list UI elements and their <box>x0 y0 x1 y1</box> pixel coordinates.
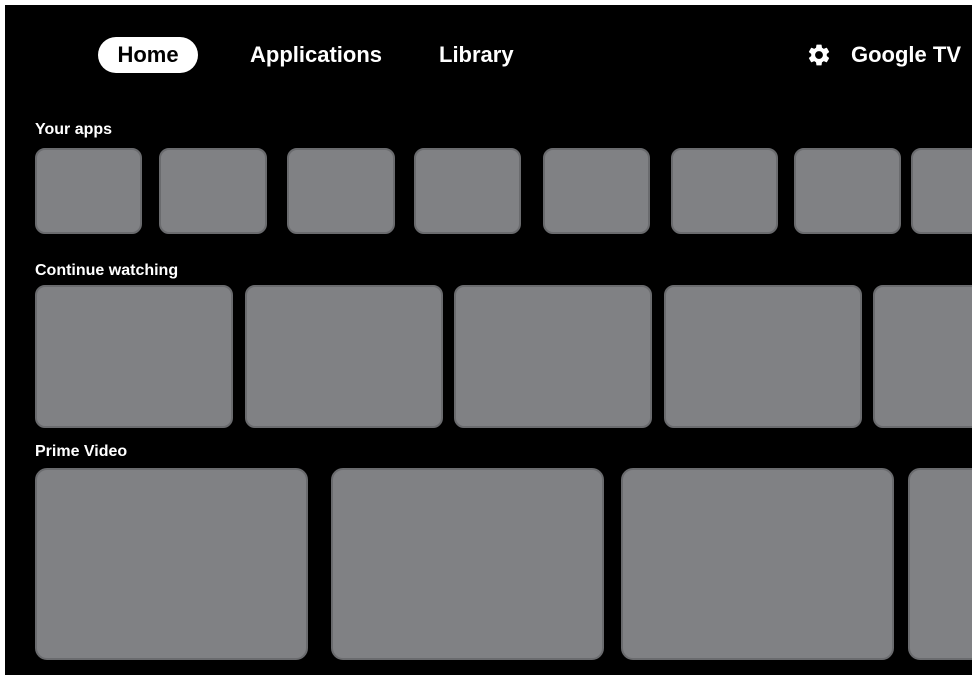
app-tile[interactable] <box>414 148 521 234</box>
content-card[interactable] <box>35 468 308 660</box>
content-card[interactable] <box>331 468 604 660</box>
prime-video-row <box>5 468 972 660</box>
top-navigation: Home Applications Library Google TV <box>5 5 972 105</box>
app-tile[interactable] <box>911 148 972 234</box>
app-tile[interactable] <box>794 148 901 234</box>
your-apps-row <box>5 148 972 234</box>
content-card[interactable] <box>245 285 443 428</box>
tab-home[interactable]: Home <box>98 37 198 73</box>
gear-icon[interactable] <box>806 42 832 68</box>
app-tile[interactable] <box>287 148 395 234</box>
content-card[interactable] <box>873 285 972 428</box>
content-card[interactable] <box>621 468 894 660</box>
row-title-prime-video: Prime Video <box>35 443 128 460</box>
content-card[interactable] <box>454 285 652 428</box>
app-tile[interactable] <box>671 148 778 234</box>
content-card[interactable] <box>664 285 862 428</box>
tab-library[interactable]: Library <box>439 37 514 73</box>
continue-watching-row <box>5 285 972 428</box>
row-title-continue-watching: Continue watching <box>35 262 179 279</box>
app-tile[interactable] <box>35 148 142 234</box>
row-title-your-apps: Your apps <box>35 121 113 138</box>
app-tile[interactable] <box>159 148 267 234</box>
tab-applications[interactable]: Applications <box>250 37 382 73</box>
google-tv-brand: Google TV <box>851 42 961 67</box>
app-tile[interactable] <box>543 148 650 234</box>
content-card[interactable] <box>35 285 233 428</box>
google-tv-home-screen: Home Applications Library Google TV Your… <box>5 5 972 675</box>
content-card[interactable] <box>908 468 972 660</box>
